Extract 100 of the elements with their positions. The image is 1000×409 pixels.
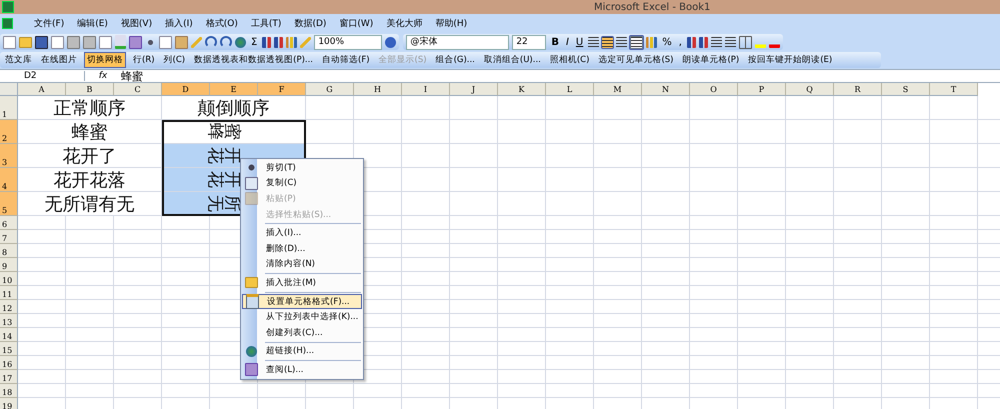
new-file-icon[interactable] xyxy=(3,36,16,48)
row-header[interactable]: 17 xyxy=(0,370,18,384)
column-header[interactable]: G xyxy=(306,83,354,96)
autosum-button[interactable]: Σ xyxy=(249,36,260,48)
menu-item[interactable]: 插入(I)... xyxy=(242,225,362,241)
row-header[interactable]: 2 xyxy=(0,120,18,144)
menu-item[interactable]: 窗口(W) xyxy=(339,17,374,30)
column-header[interactable]: I xyxy=(402,83,450,96)
menu-item[interactable]: 创建列表(C)... xyxy=(242,324,362,341)
toolbar-button[interactable]: 取消组合(U)... xyxy=(482,53,543,67)
toolbar-button[interactable]: 列(C) xyxy=(162,53,188,67)
row-header[interactable]: 8 xyxy=(0,244,18,258)
borders-icon[interactable] xyxy=(738,36,752,48)
menu-item[interactable]: 文件(F) xyxy=(34,17,64,30)
row-header[interactable]: 13 xyxy=(0,314,18,328)
excel-logo-icon xyxy=(2,1,14,13)
row-header[interactable]: 18 xyxy=(0,384,18,398)
row-header[interactable]: 5 xyxy=(0,192,18,216)
redo-icon[interactable] xyxy=(220,36,232,48)
comma-button[interactable]: , xyxy=(676,36,684,48)
toolbar-button[interactable]: 自动筛选(F) xyxy=(320,53,372,67)
row-header[interactable]: 3 xyxy=(0,144,18,168)
align-icon[interactable] xyxy=(588,36,600,48)
merge-center-icon[interactable] xyxy=(630,36,644,48)
row-header[interactable]: 10 xyxy=(0,272,18,286)
font-dropdown[interactable]: @宋体 xyxy=(406,34,510,50)
column-header[interactable]: O xyxy=(690,83,738,96)
zoom-dropdown[interactable]: 100% xyxy=(314,34,382,50)
column-header[interactable]: A xyxy=(18,83,66,96)
toolbar-button[interactable]: 范文库 xyxy=(3,53,34,67)
menu-item[interactable]: 超链接(H)... xyxy=(242,344,362,360)
menu-item[interactable]: 视图(V) xyxy=(120,17,152,30)
column-header[interactable]: J xyxy=(450,83,498,96)
toolbar-button[interactable]: 照相机(C) xyxy=(548,53,592,67)
row-header[interactable]: 9 xyxy=(0,258,18,272)
column-header[interactable]: N xyxy=(642,83,690,96)
column-header[interactable]: F xyxy=(258,83,306,96)
menu-item[interactable]: 插入批注(M) xyxy=(242,275,362,291)
column-header[interactable]: H xyxy=(354,83,402,96)
formula-field[interactable]: 蜂蜜 xyxy=(121,68,1000,84)
copy-icon[interactable] xyxy=(159,36,172,48)
copy-icon xyxy=(244,176,258,190)
menu-item[interactable]: 清除内容(N) xyxy=(242,256,362,272)
menu-item[interactable]: 格式(O) xyxy=(206,17,238,30)
column-header[interactable]: K xyxy=(498,83,546,96)
align-icon[interactable] xyxy=(616,36,628,48)
row-header[interactable]: 14 xyxy=(0,328,18,342)
bold-button[interactable]: B xyxy=(549,36,561,48)
row-header[interactable]: 1 xyxy=(0,96,18,120)
menu-item[interactable]: 插入(I) xyxy=(165,17,193,30)
function-button[interactable]: fx xyxy=(85,71,121,81)
sheet-icon[interactable] xyxy=(2,18,13,29)
decrease-indent-icon[interactable] xyxy=(710,36,722,48)
column-header[interactable]: P xyxy=(738,83,786,96)
toolbar-button[interactable]: 选定可见单元格(S) xyxy=(596,53,676,67)
percent-button[interactable]: % xyxy=(660,36,674,48)
column-header[interactable]: B xyxy=(66,83,114,96)
menu-item[interactable]: 查阅(L)... xyxy=(242,362,362,378)
column-header[interactable]: D xyxy=(162,83,210,96)
name-box[interactable]: D2 xyxy=(0,71,85,81)
globe-icon[interactable] xyxy=(235,36,246,48)
column-header[interactable]: T xyxy=(930,83,978,96)
save-icon[interactable] xyxy=(35,36,48,48)
toolbar-button[interactable]: 朗读单元格(P) xyxy=(680,53,742,67)
row-header[interactable]: 6 xyxy=(0,216,18,230)
italic-button[interactable]: I xyxy=(564,36,571,48)
row-header[interactable]: 4 xyxy=(0,168,18,192)
column-header[interactable]: L xyxy=(546,83,594,96)
increase-indent-icon[interactable] xyxy=(724,36,736,48)
toolbar-button[interactable]: 行(R) xyxy=(131,53,157,67)
column-header[interactable]: R xyxy=(834,83,882,96)
column-header[interactable]: M xyxy=(594,83,642,96)
row-header[interactable]: 16 xyxy=(0,356,18,370)
undo-icon[interactable] xyxy=(205,36,217,48)
row-header[interactable]: 11 xyxy=(0,286,18,300)
row-header[interactable]: 19 xyxy=(0,398,18,409)
column-header[interactable]: C xyxy=(114,83,162,96)
column-header[interactable]: Q xyxy=(786,83,834,96)
row-header[interactable]: 15 xyxy=(0,342,18,356)
menu-item[interactable]: 从下拉列表中选择(K)... xyxy=(242,309,362,325)
menu-item[interactable]: 美化大师 xyxy=(386,17,422,30)
row-header[interactable]: 7 xyxy=(0,230,18,244)
underline-button[interactable]: U xyxy=(574,36,586,48)
toolbar-button[interactable]: 组合(G)... xyxy=(434,53,477,67)
folder-icon xyxy=(244,277,258,288)
menu-item[interactable]: 删除(D)... xyxy=(242,240,362,257)
toolbar-button[interactable]: 数据透视表和数据透视图(P)... xyxy=(192,53,315,67)
menu-item[interactable]: 数据(D) xyxy=(294,17,326,30)
toolbar-button[interactable]: 切换网格 xyxy=(84,52,126,68)
menu-item[interactable]: 设置单元格格式(F)... xyxy=(242,294,362,310)
column-header[interactable]: E xyxy=(210,83,258,96)
toolbar-button[interactable]: 在线图片 xyxy=(39,53,79,67)
align-icon[interactable] xyxy=(602,36,614,48)
menu-item[interactable]: 编辑(E) xyxy=(77,17,108,30)
menu-item[interactable]: 帮助(H) xyxy=(435,17,468,30)
column-header[interactable]: S xyxy=(882,83,930,96)
toolbar-button[interactable]: 按回车键开始朗读(E) xyxy=(746,53,834,67)
row-header[interactable]: 12 xyxy=(0,300,18,314)
font-size-dropdown[interactable]: 22 xyxy=(512,34,546,50)
menu-item[interactable]: 工具(T) xyxy=(250,17,282,30)
